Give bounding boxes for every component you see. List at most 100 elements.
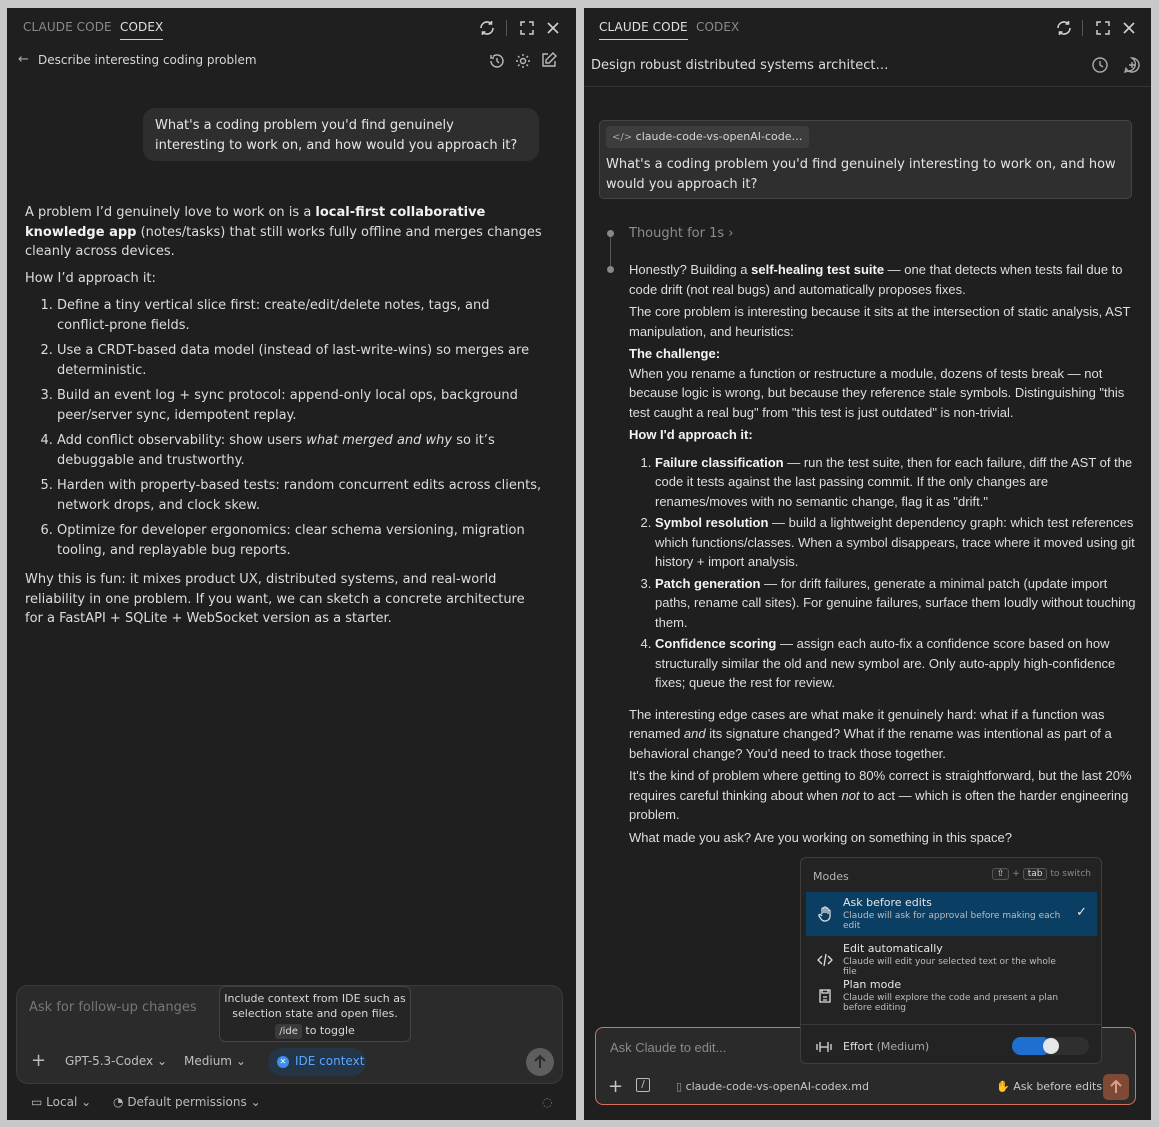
thought-toggle[interactable]: Thought for 1s › xyxy=(629,226,734,241)
approach-heading: How I'd approach it: xyxy=(629,427,753,442)
modes-menu: Modes ⇧ + tab to switch Ask before edits… xyxy=(800,857,1102,1064)
session-title: Design robust distributed systems archit… xyxy=(591,58,889,73)
tab-bar: CLAUDE CODE CODEX xyxy=(7,8,576,46)
send-button[interactable] xyxy=(1103,1074,1129,1100)
timeline-dot xyxy=(607,266,614,273)
response-closing: Why this is fun: it mixes product UX, di… xyxy=(25,572,525,626)
tab-claude-code[interactable]: CLAUDE CODE xyxy=(599,20,688,40)
approach-heading: How I’d approach it: xyxy=(25,270,156,286)
response-paragraph: It's the kind of problem where getting t… xyxy=(629,768,1132,822)
add-attachment-icon[interactable]: + xyxy=(31,1050,46,1071)
effort-selector[interactable]: Medium ⌄ xyxy=(184,1054,246,1068)
list-item: Confidence scoring — assign each auto-fi… xyxy=(655,634,1139,693)
user-message-text: What's a coding problem you'd find genui… xyxy=(606,157,1116,192)
approach-steps: Failure classification — run the test su… xyxy=(629,453,1139,693)
challenge-text: When you rename a function or restructur… xyxy=(629,365,1125,420)
close-icon[interactable] xyxy=(544,19,562,37)
mode-title: Plan mode xyxy=(843,978,902,991)
history-clock-icon[interactable] xyxy=(1091,56,1109,74)
user-message-bubble: What's a coding problem you'd find genui… xyxy=(143,108,539,161)
followup-input[interactable]: Ask for follow-up changes xyxy=(29,1000,197,1015)
close-icon[interactable] xyxy=(1120,19,1138,37)
mode-title: Edit automatically xyxy=(843,942,943,955)
new-chat-edit-icon[interactable] xyxy=(540,51,557,67)
response-question: What made you ask? Are you working on so… xyxy=(629,829,1012,845)
file-icon: ▯ xyxy=(676,1080,683,1093)
ide-context-toggle[interactable]: ✕ IDE context xyxy=(268,1048,366,1076)
tooltip-line: selection state and open files. xyxy=(232,1007,398,1020)
chevron-down-icon: ⌄ xyxy=(81,1095,92,1109)
claude-code-panel: CLAUDE CODE CODEX Design robust distribu… xyxy=(584,8,1151,1120)
effort-slider[interactable] xyxy=(1012,1037,1089,1055)
list-item: Optimize for developer ergonomics: clear… xyxy=(57,521,545,560)
modes-divider xyxy=(801,1024,1101,1025)
file-context-chip[interactable]: </> claude-code-vs-openAI-code… xyxy=(606,126,809,148)
settings-gear-icon[interactable] xyxy=(514,52,530,68)
new-session-icon[interactable] xyxy=(1123,56,1141,74)
chevron-down-icon: ⌄ xyxy=(235,1054,246,1068)
assistant-response: Honestly? Building a self-healing test s… xyxy=(629,260,1139,850)
tab-codex[interactable]: CODEX xyxy=(696,20,739,39)
expand-icon[interactable] xyxy=(518,19,536,37)
list-item: Harden with property-based tests: random… xyxy=(57,476,545,515)
laptop-icon: ▭ xyxy=(31,1095,43,1109)
mode-plan[interactable]: Plan mode Claude will explore the code a… xyxy=(806,974,1097,1018)
slash-command-icon[interactable]: / xyxy=(636,1078,650,1092)
list-item: Define a tiny vertical slice first: crea… xyxy=(57,296,545,335)
thread-header: ← Describe interesting coding problem xyxy=(7,51,576,71)
history-icon[interactable] xyxy=(488,52,504,68)
claude-edit-input[interactable]: Ask Claude to edit... xyxy=(610,1040,726,1055)
mode-ask-before-edits[interactable]: Ask before edits Claude will ask for app… xyxy=(806,892,1097,936)
list-item: Patch generation — for drift failures, g… xyxy=(655,574,1139,633)
ide-context-tooltip: Include context from IDE such as selecti… xyxy=(219,986,411,1042)
modes-switch-hint: ⇧ + tab to switch xyxy=(991,868,1091,880)
hand-icon: ✋ xyxy=(996,1080,1010,1093)
thread-title: Describe interesting coding problem xyxy=(38,53,257,67)
chevron-down-icon: ⌄ xyxy=(156,1054,168,1068)
tab-bar: CLAUDE CODE CODEX xyxy=(584,8,1151,46)
back-arrow-icon[interactable]: ← xyxy=(18,52,29,67)
effort-dumbbell-icon xyxy=(815,1039,833,1053)
loading-spinner-icon: ◌ xyxy=(542,1095,553,1109)
tooltip-toggle-hint: /ide to toggle xyxy=(220,1023,410,1039)
tab-codex[interactable]: CODEX xyxy=(120,20,164,40)
sync-icon[interactable] xyxy=(478,19,496,37)
list-item: Build an event log + sync protocol: appe… xyxy=(57,386,545,425)
timeline-dot xyxy=(607,230,614,237)
toolbar-separator xyxy=(1082,20,1083,36)
expand-icon[interactable] xyxy=(1094,19,1112,37)
model-selector[interactable]: GPT-5.3-Codex ⌄ xyxy=(65,1054,167,1068)
tab-claude-code[interactable]: CLAUDE CODE xyxy=(23,20,112,39)
toolbar-separator xyxy=(506,20,507,36)
header-divider xyxy=(584,86,1151,87)
response-paragraph: The interesting edge cases are what make… xyxy=(629,706,1112,761)
mode-title: Ask before edits xyxy=(843,896,932,909)
checkmark-icon: ✓ xyxy=(1076,905,1087,920)
chevron-down-icon: ⌄ xyxy=(250,1095,261,1109)
send-button[interactable] xyxy=(526,1048,554,1076)
user-message-card: </> claude-code-vs-openAI-code… What's a… xyxy=(599,120,1132,199)
tooltip-line: Include context from IDE such as xyxy=(224,992,406,1005)
effort-slider-handle[interactable] xyxy=(1043,1038,1059,1054)
list-item: Use a CRDT-based data model (instead of … xyxy=(57,341,545,380)
add-attachment-icon[interactable]: + xyxy=(608,1076,623,1097)
response-paragraph: Honestly? Building a self-healing test s… xyxy=(629,262,1123,297)
list-item: Add conflict observability: show users w… xyxy=(57,431,545,470)
permissions-selector[interactable]: ◔ Default permissions ⌄ xyxy=(113,1095,261,1109)
location-selector[interactable]: ▭ Local ⌄ xyxy=(31,1095,91,1109)
challenge-heading: The challenge: xyxy=(629,346,721,361)
ide-shortcut-key: /ide xyxy=(275,1024,302,1039)
attached-file[interactable]: ▯ claude-code-vs-openAI-codex.md xyxy=(676,1080,869,1093)
response-paragraph: The core problem is interesting because … xyxy=(629,304,1131,339)
plan-clipboard-icon xyxy=(816,987,834,1005)
list-item: Symbol resolution — build a lightweight … xyxy=(655,513,1139,572)
codex-panel: CLAUDE CODE CODEX ← Describe interesting… xyxy=(7,8,576,1120)
code-icon: </> xyxy=(612,132,633,143)
sync-icon[interactable] xyxy=(1055,19,1073,37)
mode-description: Claude will ask for approval before maki… xyxy=(843,911,1061,931)
mode-selector[interactable]: ✋ Ask before edits xyxy=(996,1080,1102,1093)
ide-close-icon[interactable]: ✕ xyxy=(277,1056,289,1068)
list-item: Failure classification — run the test su… xyxy=(655,453,1139,512)
chevron-right-icon: › xyxy=(728,226,734,241)
hand-icon xyxy=(816,905,834,923)
